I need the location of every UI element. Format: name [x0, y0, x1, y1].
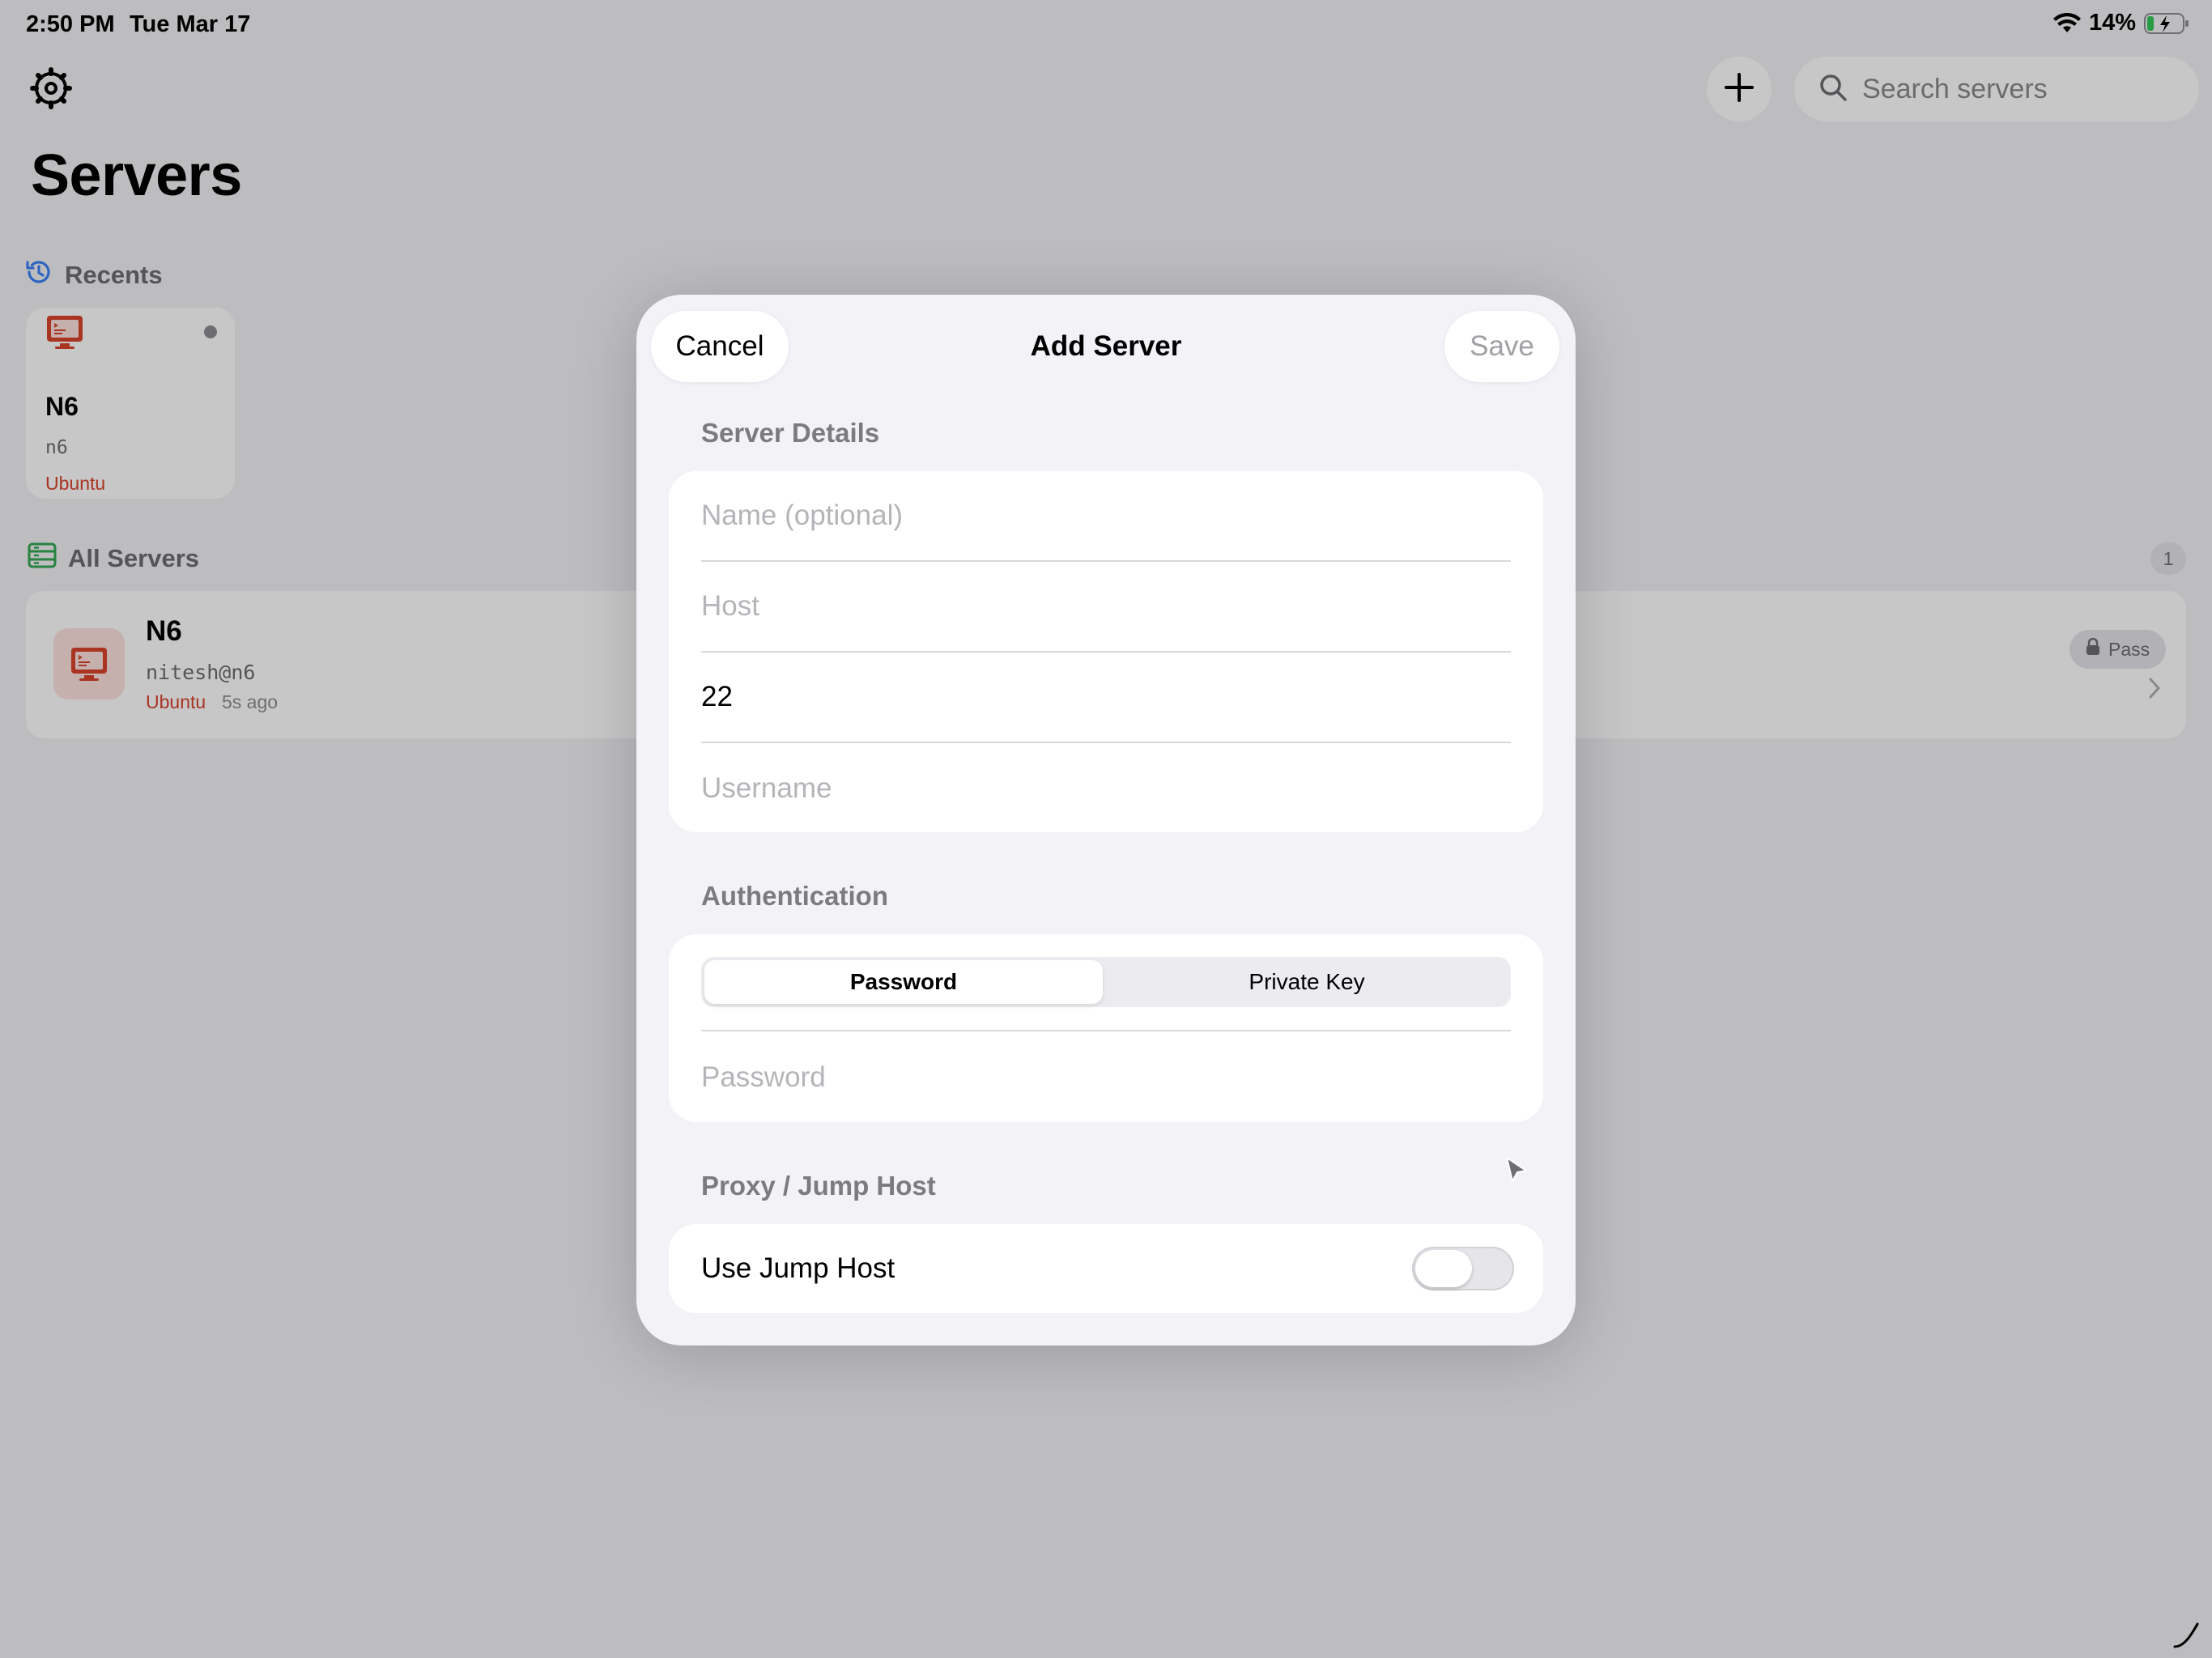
authentication-group: Password Private Key Password: [669, 934, 1543, 1122]
host-field[interactable]: Host: [701, 562, 1511, 653]
name-field[interactable]: Name (optional): [701, 471, 1511, 562]
port-field[interactable]: 22: [701, 653, 1511, 743]
save-button[interactable]: Save: [1444, 311, 1559, 382]
port-value: 22: [701, 681, 733, 712]
use-jump-host-label: Use Jump Host: [701, 1252, 895, 1284]
use-jump-host-toggle[interactable]: [1412, 1247, 1514, 1290]
pencil-hover-icon: [2172, 1621, 2201, 1650]
sheet-title: Add Server: [1030, 330, 1182, 362]
segment-private-key[interactable]: Private Key: [1106, 960, 1508, 1004]
pointer-cursor-icon: [1504, 1156, 1529, 1188]
proxy-group: Use Jump Host: [669, 1224, 1543, 1313]
authentication-label: Authentication: [701, 881, 888, 911]
host-placeholder: Host: [701, 590, 759, 622]
divider: [701, 1030, 1511, 1031]
server-details-label: Server Details: [701, 418, 880, 448]
password-placeholder: Password: [701, 1061, 826, 1093]
username-placeholder: Username: [701, 772, 832, 804]
password-field[interactable]: Password: [701, 1033, 1511, 1122]
username-field[interactable]: Username: [701, 743, 1511, 834]
server-details-group: Name (optional) Host 22 Username: [669, 471, 1543, 832]
toggle-knob: [1415, 1250, 1472, 1287]
auth-method-segmented-control: Password Private Key: [701, 957, 1511, 1007]
segment-password[interactable]: Password: [704, 960, 1103, 1004]
name-placeholder: Name (optional): [701, 500, 903, 531]
proxy-label: Proxy / Jump Host: [701, 1171, 936, 1201]
